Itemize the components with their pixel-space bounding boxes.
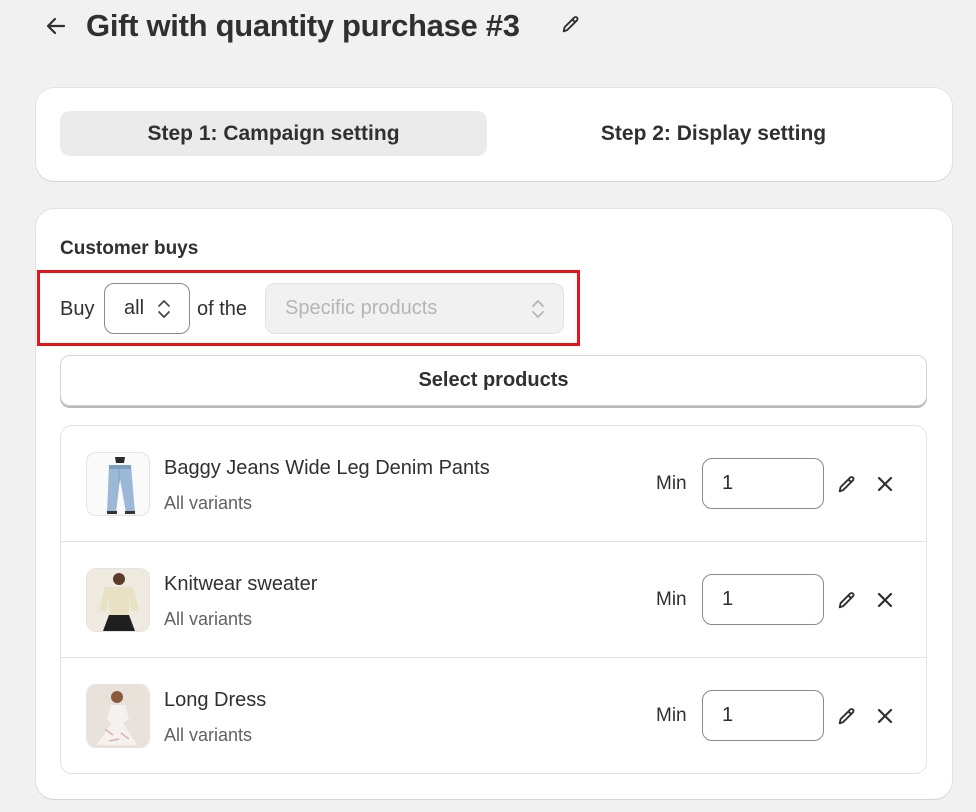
min-label: Min <box>656 473 687 494</box>
product-name: Long Dress <box>164 689 267 711</box>
edit-product-button[interactable] <box>833 586 861 614</box>
page-title: Gift with quantity purchase #3 <box>86 8 520 43</box>
dress-image-icon <box>87 685 149 747</box>
close-icon <box>877 592 893 608</box>
min-quantity-input[interactable] <box>702 458 824 509</box>
tab-display-setting[interactable]: Step 2: Display setting <box>500 111 927 156</box>
remove-product-button[interactable] <box>872 586 898 614</box>
pencil-icon <box>838 592 855 609</box>
select-products-button[interactable]: Select products <box>60 355 927 406</box>
customer-buys-card: Customer buys Buy all of the Specific pr… <box>36 209 952 799</box>
product-variant: All variants <box>164 493 253 513</box>
scope-select-value: Specific products <box>285 297 438 319</box>
remove-product-button[interactable] <box>872 702 898 730</box>
sweater-image-icon <box>87 569 149 631</box>
select-chevron-icon <box>532 300 544 318</box>
close-icon <box>877 708 893 724</box>
buy-quantity-select[interactable]: all <box>104 283 190 334</box>
product-variant: All variants <box>164 609 253 629</box>
product-name: Knitwear sweater <box>164 573 318 595</box>
buy-select-value: all <box>124 297 145 319</box>
arrow-left-icon <box>46 17 66 35</box>
buy-label: Buy <box>60 298 95 320</box>
tab-campaign-setting[interactable]: Step 1: Campaign setting <box>60 111 487 156</box>
edit-product-button[interactable] <box>833 702 861 730</box>
product-row: Baggy Jeans Wide Leg Denim Pants All var… <box>61 426 926 542</box>
product-scope-select[interactable]: Specific products <box>265 283 564 334</box>
product-row: Knitwear sweater All variants Min <box>61 542 926 658</box>
edit-product-button[interactable] <box>833 470 861 498</box>
min-quantity-input[interactable] <box>702 690 824 741</box>
remove-product-button[interactable] <box>872 470 898 498</box>
select-chevron-icon <box>158 300 170 318</box>
product-variant: All variants <box>164 725 253 745</box>
close-icon <box>877 476 893 492</box>
edit-title-button[interactable] <box>557 10 585 38</box>
steps-card: Step 1: Campaign setting Step 2: Display… <box>36 88 952 181</box>
pencil-icon <box>838 476 855 493</box>
jeans-image-icon <box>87 453 149 515</box>
of-the-label: of the <box>197 298 248 320</box>
min-label: Min <box>656 705 687 726</box>
product-thumbnail <box>86 684 150 748</box>
min-quantity-input[interactable] <box>702 574 824 625</box>
product-list: Baggy Jeans Wide Leg Denim Pants All var… <box>60 425 927 774</box>
back-button[interactable] <box>40 10 72 42</box>
product-thumbnail <box>86 452 150 516</box>
product-thumbnail <box>86 568 150 632</box>
page-header: Gift with quantity purchase #3 <box>0 0 976 56</box>
min-label: Min <box>656 589 687 610</box>
product-row: Long Dress All variants Min <box>61 658 926 773</box>
product-name: Baggy Jeans Wide Leg Denim Pants <box>164 457 490 479</box>
pencil-icon <box>562 16 579 33</box>
pencil-icon <box>838 708 855 725</box>
section-title: Customer buys <box>60 238 199 259</box>
